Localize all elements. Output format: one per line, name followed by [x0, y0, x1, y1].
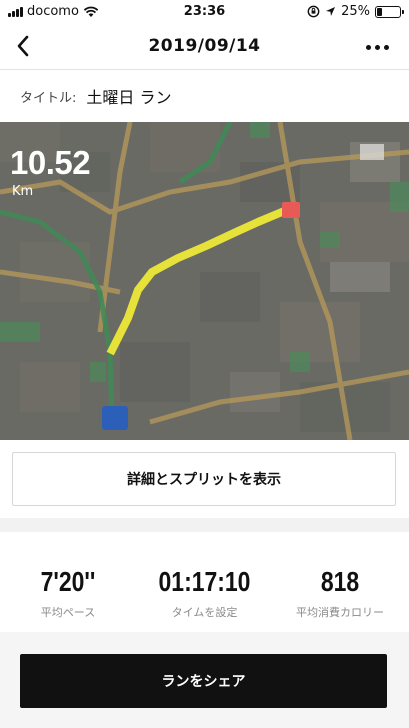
location-icon: [326, 7, 336, 16]
show-details-button[interactable]: 詳細とスプリットを表示: [12, 452, 396, 506]
nav-bar: 2019/09/14: [0, 24, 409, 70]
distance-value: 10.52: [10, 144, 91, 181]
more-button[interactable]: [357, 32, 397, 62]
run-title-row[interactable]: タイトル: 土曜日 ラン: [0, 70, 409, 122]
stat-value: 01:17:10: [158, 566, 251, 597]
battery-percent: 25%: [341, 4, 370, 19]
run-title-label: タイトル:: [20, 90, 77, 106]
battery-level: [377, 7, 382, 16]
start-marker: [102, 406, 128, 430]
stats-row: 7'20'' 平均ペース 01:17:10 タイムを設定 818 平均消費カロリ…: [0, 532, 409, 632]
stat-value: 818: [320, 566, 360, 597]
distance-unit: Km: [12, 184, 34, 199]
stat-label: 平均ペース: [40, 606, 96, 619]
page-title: 2019/09/14: [148, 36, 261, 56]
end-marker: [282, 202, 300, 218]
battery-icon: [375, 5, 404, 18]
stat-label: 平均消費カロリー: [296, 606, 384, 619]
stat-label: タイムを設定: [171, 606, 238, 619]
stat-avg-pace: 7'20'' 平均ペース: [8, 566, 128, 620]
divider: [0, 518, 409, 532]
share-run-button[interactable]: ランをシェア: [20, 654, 387, 708]
stat-value: 7'20'': [40, 566, 96, 597]
stat-calories: 818 平均消費カロリー: [280, 566, 400, 620]
stat-time: 01:17:10 タイムを設定: [142, 566, 267, 620]
run-title-value: 土曜日 ラン: [86, 88, 172, 107]
status-right: 25%: [307, 4, 404, 19]
status-bar: docomo 23:36 25%: [0, 0, 409, 24]
orientation-lock-icon: [307, 5, 320, 18]
